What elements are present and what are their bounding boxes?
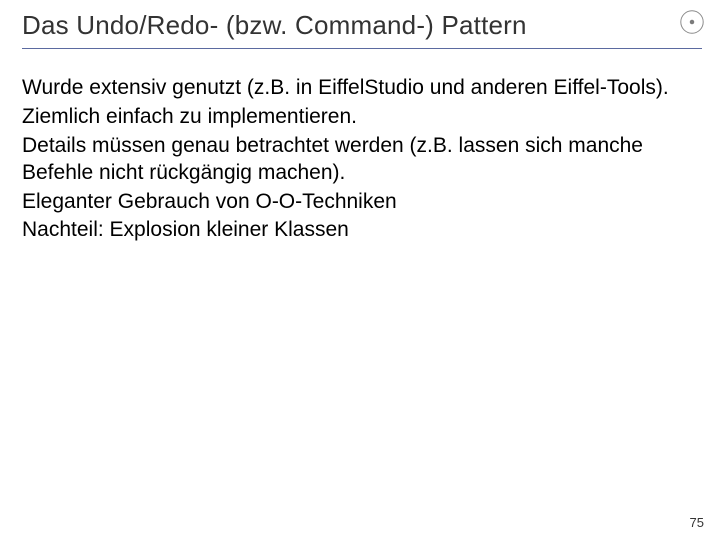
slide-body: Wurde extensiv genutzt (z.B. in EiffelSt…	[22, 75, 698, 244]
slide-title: Das Undo/Redo- (bzw. Command-) Pattern	[22, 10, 698, 49]
body-line: Eleganter Gebrauch von O-O-Techniken	[22, 189, 672, 216]
body-line: Ziemlich einfach zu implementieren.	[22, 104, 672, 131]
body-line: Nachteil: Explosion kleiner Klassen	[22, 217, 672, 244]
title-bar: Das Undo/Redo- (bzw. Command-) Pattern	[22, 10, 698, 49]
title-underline	[22, 48, 702, 49]
body-line: Wurde extensiv genutzt (z.B. in EiffelSt…	[22, 75, 672, 102]
body-line: Details müssen genau betrachtet werden (…	[22, 133, 672, 187]
slide: Das Undo/Redo- (bzw. Command-) Pattern W…	[0, 0, 720, 540]
page-number: 75	[690, 515, 704, 530]
